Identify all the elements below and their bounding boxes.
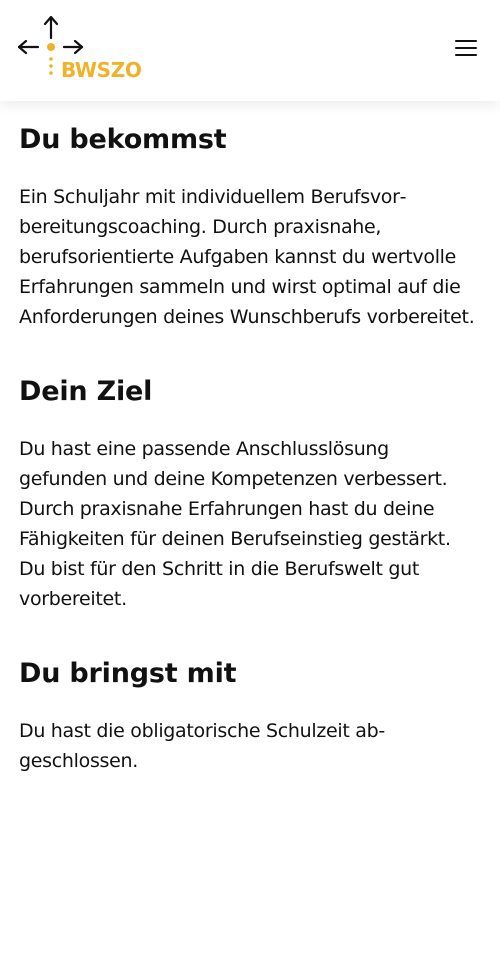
site-header: BWSZO [0,0,500,101]
section-du-bringst-mit: Du bringst mit Du hast die obligatorisch… [19,654,481,776]
section-heading: Dein Ziel [19,376,153,407]
section-body: Du hast die obligatorische Schulzeit ab­… [19,720,386,772]
section-heading: Du bekommst [19,124,227,155]
hamburger-menu-icon[interactable] [454,38,478,58]
bwszo-logo[interactable]: BWSZO [18,14,158,84]
section-heading: Du bringst mit [19,658,237,689]
main-content: Du bekommst Ein Schuljahr mit individuel… [19,120,481,776]
logo-text: BWSZO [61,58,142,82]
section-dein-ziel: Dein Ziel Du hast eine passende Anschlus… [19,372,481,614]
section-body: Ein Schuljahr mit individuellem Berufsvo… [19,186,475,328]
section-body: Du hast eine passende Anschlusslösung ge… [19,438,451,610]
section-du-bekommst: Du bekommst Ein Schuljahr mit individuel… [19,120,481,332]
